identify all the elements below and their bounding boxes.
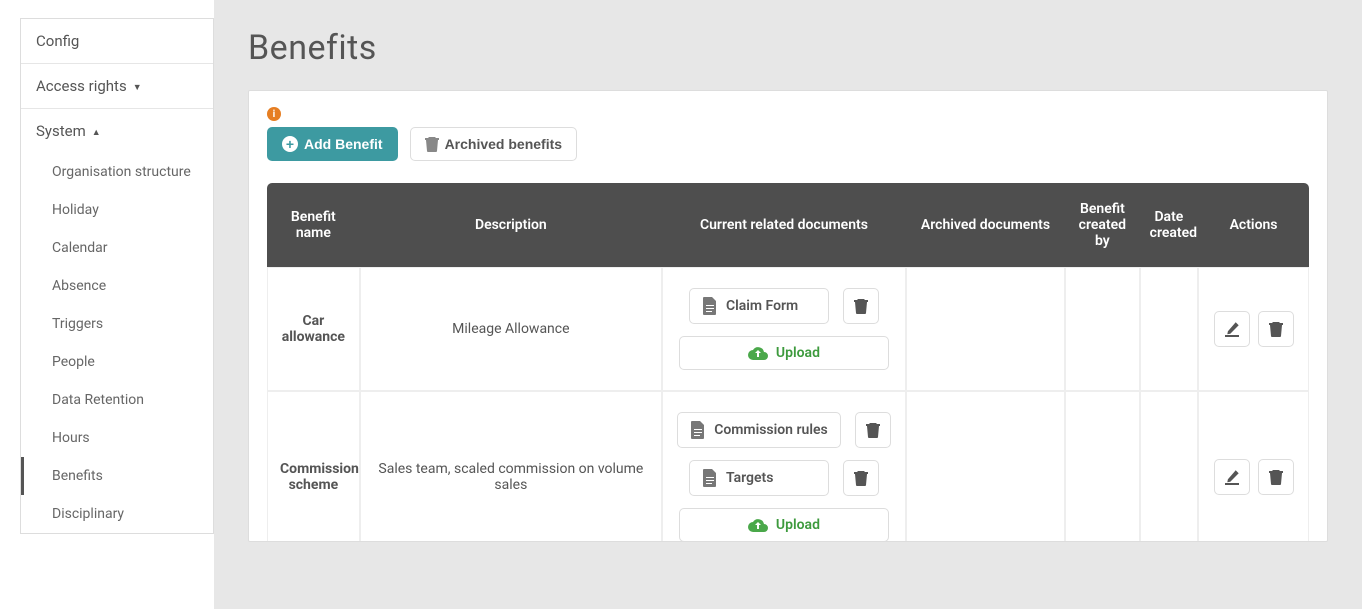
- edit-icon: [1224, 321, 1240, 337]
- document-chip[interactable]: Targets: [689, 460, 829, 496]
- sidebar-item-config[interactable]: Config: [21, 19, 213, 64]
- cell-actions: [1198, 391, 1309, 542]
- col-header-actions: Actions: [1198, 183, 1309, 267]
- trash-icon: [1269, 321, 1283, 337]
- col-header-description: Description: [360, 183, 662, 267]
- main-content: Benefits i + Add Benefit Archived benefi…: [214, 0, 1362, 609]
- button-label: Archived benefits: [445, 136, 562, 152]
- cell-archived-docs: [906, 267, 1065, 391]
- sidebar-sub-item[interactable]: Calendar: [21, 229, 213, 267]
- upload-button[interactable]: Upload: [679, 508, 889, 542]
- delete-document-button[interactable]: [843, 288, 879, 324]
- cell-archived-docs: [906, 391, 1065, 542]
- cell-benefit-name: Car allowance: [267, 267, 360, 391]
- edit-icon: [1224, 469, 1240, 485]
- benefits-table: Benefit name Description Current related…: [267, 183, 1309, 542]
- trash-icon: [854, 298, 868, 314]
- caret-down-icon: ▼: [133, 82, 142, 93]
- sidebar-sub-item[interactable]: Disciplinary: [21, 495, 213, 533]
- document-label: Commission rules: [714, 422, 828, 438]
- sidebar-sub-item[interactable]: Benefits: [21, 457, 213, 495]
- sidebar-item-label: Access rights: [36, 77, 127, 95]
- sidebar-sub-item[interactable]: Organisation structure: [21, 153, 213, 191]
- cell-actions: [1198, 267, 1309, 391]
- sidebar-sub-item[interactable]: Triggers: [21, 305, 213, 343]
- delete-button[interactable]: [1258, 459, 1294, 495]
- trash-icon: [854, 470, 868, 486]
- cell-current-docs: Claim Form Upload: [662, 267, 906, 391]
- document-label: Targets: [726, 470, 773, 486]
- button-label: Add Benefit: [304, 136, 383, 152]
- sidebar-item-system[interactable]: System ▲: [21, 109, 213, 153]
- cell-created-by: [1065, 391, 1140, 542]
- document-chip[interactable]: Commission rules: [677, 412, 841, 448]
- col-header-date-created: Date created: [1140, 183, 1198, 267]
- col-header-name: Benefit name: [267, 183, 360, 267]
- delete-document-button[interactable]: [843, 460, 879, 496]
- sidebar-item-access-rights[interactable]: Access rights ▼: [21, 64, 213, 109]
- archived-benefits-button[interactable]: Archived benefits: [410, 127, 577, 161]
- plus-icon: +: [282, 136, 298, 152]
- toolbar: + Add Benefit Archived benefits: [267, 127, 1309, 161]
- col-header-archived-docs: Archived documents: [906, 183, 1065, 267]
- cell-date-created: [1140, 267, 1198, 391]
- table-row: Car allowanceMileage AllowanceClaim Form…: [267, 267, 1309, 391]
- file-icon: [690, 421, 706, 439]
- sidebar-item-label: Config: [36, 32, 79, 50]
- cell-description: Sales team, scaled commission on volume …: [360, 391, 662, 542]
- document-label: Claim Form: [726, 298, 798, 314]
- sidebar-sub-item[interactable]: Absence: [21, 267, 213, 305]
- delete-document-button[interactable]: [855, 412, 891, 448]
- edit-button[interactable]: [1214, 311, 1250, 347]
- page-title: Benefits: [248, 28, 1328, 68]
- sidebar-sub-item[interactable]: People: [21, 343, 213, 381]
- trash-icon: [1269, 469, 1283, 485]
- add-benefit-button[interactable]: + Add Benefit: [267, 127, 398, 161]
- benefits-panel: i + Add Benefit Archived benefits: [248, 90, 1328, 542]
- trash-icon: [425, 136, 439, 152]
- delete-button[interactable]: [1258, 311, 1294, 347]
- caret-up-icon: ▲: [92, 127, 101, 138]
- document-chip[interactable]: Claim Form: [689, 288, 829, 324]
- upload-button[interactable]: Upload: [679, 336, 889, 370]
- cell-benefit-name: Commission scheme: [267, 391, 360, 542]
- sidebar-submenu: Organisation structureHolidayCalendarAbs…: [21, 153, 213, 533]
- sidebar-sub-item[interactable]: Data Retention: [21, 381, 213, 419]
- col-header-current-docs: Current related documents: [662, 183, 906, 267]
- sidebar: Config Access rights ▼ System ▲ Organisa…: [0, 0, 214, 609]
- upload-label: Upload: [776, 517, 820, 533]
- cell-current-docs: Commission rules Targets Upload: [662, 391, 906, 542]
- cell-description: Mileage Allowance: [360, 267, 662, 391]
- col-header-created-by: Benefit created by: [1065, 183, 1140, 267]
- file-icon: [702, 469, 718, 487]
- file-icon: [702, 297, 718, 315]
- sidebar-item-label: System: [36, 122, 86, 140]
- table-row: Commission schemeSales team, scaled comm…: [267, 391, 1309, 542]
- cell-date-created: [1140, 391, 1198, 542]
- cloud-upload-icon: [748, 517, 768, 533]
- info-icon[interactable]: i: [267, 107, 281, 121]
- cloud-upload-icon: [748, 345, 768, 361]
- upload-label: Upload: [776, 345, 820, 361]
- cell-created-by: [1065, 267, 1140, 391]
- trash-icon: [866, 422, 880, 438]
- sidebar-sub-item[interactable]: Hours: [21, 419, 213, 457]
- sidebar-sub-item[interactable]: Holiday: [21, 191, 213, 229]
- edit-button[interactable]: [1214, 459, 1250, 495]
